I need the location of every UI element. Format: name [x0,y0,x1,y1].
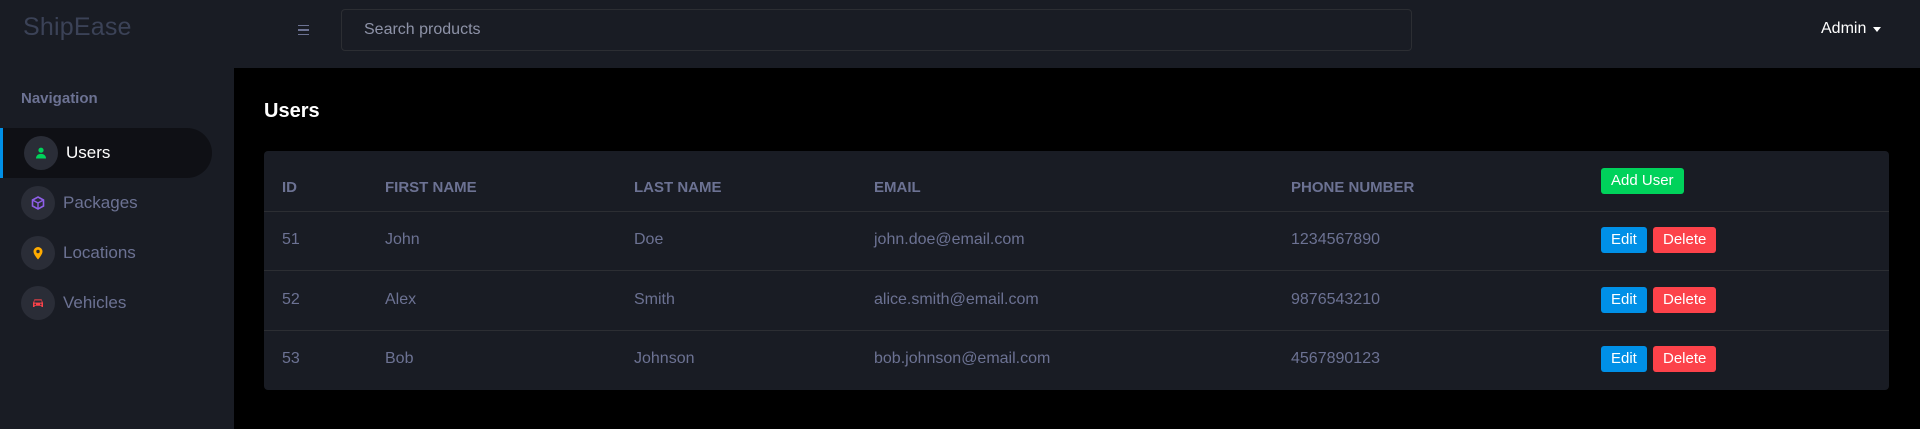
user-icon [24,136,58,170]
cell-email: john.doe@email.com [874,231,1025,248]
column-header-last-name: LAST NAME [634,179,722,196]
page-title: Users [264,100,320,122]
user-menu-dropdown[interactable]: Admin [1821,20,1882,38]
cell-email: alice.smith@email.com [874,291,1039,308]
edit-button[interactable]: Edit [1601,346,1647,372]
sidebar-item-vehicles[interactable]: Vehicles [0,278,212,328]
cell-id: 53 [282,350,300,367]
sidebar-item-locations[interactable]: Locations [0,228,212,278]
edit-button[interactable]: Edit [1601,287,1647,313]
row-divider [264,270,1889,271]
cell-last-name: Doe [634,231,664,248]
cell-id: 52 [282,291,300,308]
column-header-phone: PHONE NUMBER [1291,179,1415,196]
column-header-id: ID [282,179,297,196]
sidebar: Navigation Users Packages Locations Vehi… [0,68,234,429]
cell-first-name: Alex [385,291,417,308]
sidebar-item-label: Locations [63,243,136,262]
cell-phone: 9876543210 [1291,291,1380,308]
sidebar-item-label: Vehicles [63,293,127,312]
brand-logo[interactable]: ShipEase [23,13,132,42]
edit-button[interactable]: Edit [1601,227,1647,253]
top-navbar: ShipEase Admin [0,0,1920,68]
delete-button[interactable]: Delete [1653,227,1717,253]
cube-icon [21,186,55,220]
column-header-first-name: FIRST NAME [385,179,477,196]
sidebar-item-users[interactable]: Users [0,128,212,178]
column-header-email: EMAIL [874,179,921,196]
row-divider [264,330,1889,331]
cell-first-name: John [385,231,420,248]
menu-toggle-icon[interactable] [293,20,313,40]
user-menu-label: Admin [1821,20,1867,37]
delete-button[interactable]: Delete [1653,346,1717,372]
cell-first-name: Bob [385,350,414,367]
sidebar-item-label: Packages [63,193,138,212]
map-pin-icon [21,236,55,270]
cell-email: bob.johnson@email.com [874,350,1051,367]
cell-last-name: Smith [634,291,675,308]
cell-id: 51 [282,231,300,248]
cell-phone: 1234567890 [1291,231,1380,248]
users-table-card: ID FIRST NAME LAST NAME EMAIL PHONE NUMB… [264,151,1889,390]
search-input[interactable] [341,9,1412,51]
sidebar-item-packages[interactable]: Packages [0,178,212,228]
delete-button[interactable]: Delete [1653,287,1717,313]
sidebar-item-label: Users [66,143,111,162]
nav-heading: Navigation [21,90,98,107]
add-user-button[interactable]: Add User [1601,168,1684,194]
cell-last-name: Johnson [634,350,695,367]
car-icon [21,286,55,320]
cell-phone: 4567890123 [1291,350,1380,367]
caret-down-icon [1873,27,1882,32]
row-divider [264,211,1889,212]
